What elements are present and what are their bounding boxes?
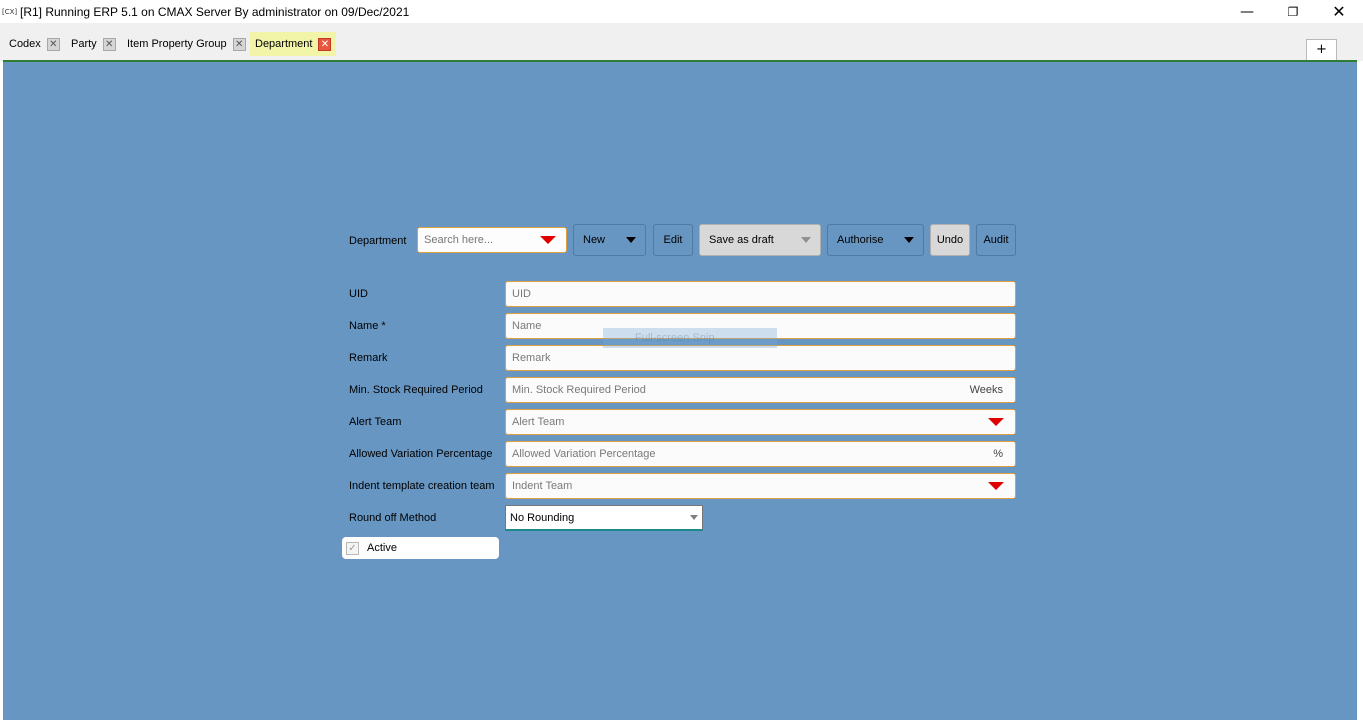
department-search-input[interactable]: Search here...	[417, 227, 567, 253]
tab-party[interactable]: Party ✕	[66, 32, 121, 56]
dropdown-arrow-icon[interactable]	[988, 418, 1004, 426]
search-placeholder: Search here...	[424, 234, 494, 246]
undo-button[interactable]: Undo	[930, 224, 970, 256]
indent-team-placeholder: Indent Team	[512, 480, 573, 492]
maximize-button[interactable]: ❐	[1270, 0, 1316, 23]
authorise-dropdown-arrow[interactable]	[895, 225, 923, 255]
tab-label: Codex	[9, 38, 41, 50]
minimize-button[interactable]: —	[1224, 0, 1270, 23]
round-off-label: Round off Method	[349, 512, 437, 524]
authorise-button[interactable]: Authorise	[827, 224, 924, 256]
name-label: Name *	[349, 320, 386, 332]
save-dropdown-arrow[interactable]	[792, 225, 820, 255]
tab-label: Item Property Group	[127, 38, 227, 50]
uid-field[interactable]: UID	[505, 281, 1016, 307]
close-window-button[interactable]: ✕	[1316, 0, 1362, 23]
edit-button[interactable]: Edit	[653, 224, 693, 256]
alert-team-label: Alert Team	[349, 416, 402, 428]
tab-bar: Codex ✕ Party ✕ Item Property Group ✕ De…	[0, 23, 1363, 61]
round-off-value: No Rounding	[510, 511, 575, 524]
department-label: Department	[349, 235, 407, 247]
allowed-variation-label: Allowed Variation Percentage	[349, 448, 493, 460]
title-bar: [CX] [R1] Running ERP 5.1 on CMAX Server…	[0, 0, 1363, 23]
tab-close-icon[interactable]: ✕	[46, 37, 60, 51]
tab-item-property-group[interactable]: Item Property Group ✕	[122, 32, 251, 56]
save-as-draft-label: Save as draft	[709, 234, 774, 246]
app-icon: [CX]	[2, 7, 18, 16]
snip-overlay-ghost: Full-screen Snip	[603, 328, 777, 348]
main-panel: Department Search here... New Edit Save …	[3, 62, 1357, 720]
tab-label: Department	[255, 38, 313, 50]
weeks-suffix: Weeks	[969, 384, 1003, 396]
alert-team-placeholder: Alert Team	[512, 416, 565, 428]
new-button[interactable]: New	[573, 224, 646, 256]
indent-team-label: Indent template creation team	[349, 480, 495, 492]
caret-down-icon	[626, 237, 636, 243]
chevron-down-icon	[690, 515, 698, 520]
tab-close-icon[interactable]: ✕	[232, 37, 246, 51]
tab-department[interactable]: Department ✕	[250, 32, 337, 56]
caret-down-icon	[801, 237, 811, 243]
alert-team-field[interactable]: Alert Team	[505, 409, 1016, 435]
allowed-variation-placeholder: Allowed Variation Percentage	[512, 448, 656, 460]
round-off-select[interactable]: No Rounding	[505, 505, 703, 531]
uid-placeholder: UID	[512, 288, 531, 300]
audit-button[interactable]: Audit	[976, 224, 1016, 256]
min-stock-placeholder: Min. Stock Required Period	[512, 384, 646, 396]
save-as-draft-button[interactable]: Save as draft	[699, 224, 821, 256]
new-dropdown-arrow[interactable]	[617, 225, 645, 255]
remark-label: Remark	[349, 352, 388, 364]
dropdown-arrow-icon[interactable]	[988, 482, 1004, 490]
remark-field[interactable]: Remark	[505, 345, 1016, 371]
tab-close-icon[interactable]: ✕	[102, 37, 116, 51]
new-button-label: New	[583, 234, 606, 246]
add-tab-button[interactable]: +	[1306, 39, 1337, 61]
window-title: [R1] Running ERP 5.1 on CMAX Server By a…	[20, 4, 410, 19]
allowed-variation-field[interactable]: Allowed Variation Percentage %	[505, 441, 1016, 467]
tab-label: Party	[71, 38, 97, 50]
active-checkbox-row[interactable]: ✓ Active	[342, 537, 499, 559]
uid-label: UID	[349, 288, 368, 300]
authorise-label: Authorise	[837, 234, 884, 246]
min-stock-label: Min. Stock Required Period	[349, 384, 483, 396]
dropdown-arrow-icon[interactable]	[540, 236, 556, 244]
min-stock-field[interactable]: Min. Stock Required Period Weeks	[505, 377, 1016, 403]
active-checkbox[interactable]: ✓	[346, 541, 359, 555]
tab-close-icon[interactable]: ✕	[318, 37, 332, 51]
tab-codex[interactable]: Codex ✕	[4, 32, 65, 56]
indent-team-field[interactable]: Indent Team	[505, 473, 1016, 499]
caret-down-icon	[904, 237, 914, 243]
active-label: Active	[367, 542, 397, 554]
percent-suffix: %	[993, 448, 1003, 460]
remark-placeholder: Remark	[512, 352, 551, 364]
